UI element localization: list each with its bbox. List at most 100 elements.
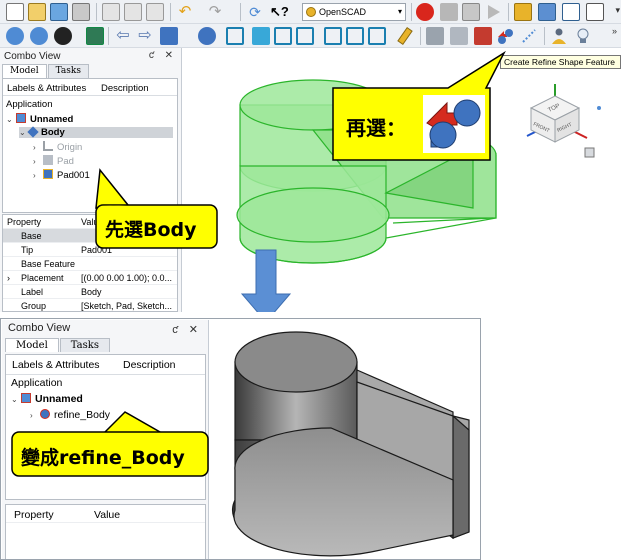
tree-item-unnamed[interactable]: ⌄ Unnamed — [11, 393, 83, 405]
chevron-down-icon[interactable]: ▾ — [615, 5, 620, 16]
application-label: Application — [6, 99, 53, 110]
undo-icon[interactable]: ↶ — [176, 3, 194, 21]
navcube-menu-icon[interactable] — [584, 147, 595, 158]
view-left-icon[interactable] — [368, 27, 386, 45]
navigation-cube[interactable]: TOP RIGHT FRONT — [515, 70, 605, 160]
collapsed-arrow-icon[interactable]: › — [30, 411, 40, 420]
panel-window-buttons[interactable]: ƈ ✕ — [149, 50, 177, 61]
tree-item-origin[interactable]: › Origin — [33, 141, 82, 153]
export-icon[interactable] — [562, 3, 580, 21]
tree-item-body[interactable]: ⌄ Body — [19, 126, 173, 138]
tab-tasks[interactable]: Tasks — [47, 64, 89, 78]
view-bottom-icon[interactable] — [346, 27, 364, 45]
view-rear-icon[interactable] — [324, 27, 342, 45]
back-icon[interactable]: ⇦ — [114, 27, 132, 45]
macros-icon[interactable] — [462, 3, 480, 21]
combo-tabs: Model Tasks — [5, 338, 111, 352]
panel-window-buttons[interactable]: ƈ ✕ — [172, 323, 202, 336]
record-macro-icon[interactable] — [416, 3, 434, 21]
collapsed-arrow-icon[interactable]: › — [33, 157, 43, 166]
paste-icon[interactable] — [146, 3, 164, 21]
combo-tabs: Model Tasks — [2, 64, 90, 78]
tooltip: Create Refine Shape Feature — [500, 55, 621, 69]
tab-model[interactable]: Model — [5, 338, 59, 352]
workbench-selector[interactable]: OpenSCAD ▾ — [302, 3, 406, 21]
property-row[interactable]: Label Body — [3, 285, 177, 299]
view-top-icon[interactable] — [274, 27, 292, 45]
forward-icon[interactable]: ⇨ — [136, 27, 154, 45]
callout-then-text: 再選： — [346, 116, 406, 140]
fit-all-icon[interactable] — [6, 27, 24, 45]
dialog-icon[interactable] — [586, 3, 604, 21]
part-tool-icon[interactable] — [426, 27, 444, 45]
copy-icon[interactable] — [124, 3, 142, 21]
model-tree: Labels & Attributes Description Applicat… — [5, 354, 206, 500]
tree-item-refine-body[interactable]: › refine_Body — [30, 409, 110, 421]
delete-feature-icon[interactable] — [450, 27, 468, 45]
combo-view-panel: Combo View ƈ ✕ Model Tasks Labels & Attr… — [2, 320, 209, 559]
pattern-icon[interactable] — [520, 27, 538, 45]
draw-style-icon[interactable] — [54, 27, 72, 45]
zoom-icon[interactable] — [198, 27, 216, 45]
property-row[interactable]: Group [Sketch, Pad, Sketch... — [3, 299, 177, 311]
combo-view-panel: Combo View ƈ ✕ Model Tasks Labels & Attr… — [0, 48, 182, 312]
collapsed-arrow-icon[interactable]: › — [33, 171, 43, 180]
save-icon[interactable] — [50, 3, 68, 21]
property-row[interactable]: Tip Pad001 — [3, 243, 177, 257]
property-row[interactable]: Base Feature — [3, 257, 177, 271]
run-macro-icon[interactable] — [484, 3, 502, 21]
refined-gray-solid[interactable] — [211, 320, 481, 560]
new-document-icon[interactable] — [6, 3, 24, 21]
view-front-icon[interactable] — [252, 27, 270, 45]
3d-viewport[interactable] — [211, 320, 481, 560]
stop-macro-icon[interactable] — [440, 3, 458, 21]
bulb-icon[interactable] — [574, 27, 592, 45]
combo-view-title: Combo View — [4, 51, 61, 62]
refresh-icon[interactable]: ⟳ — [246, 3, 264, 21]
model-tree: Labels & Attributes Description Applicat… — [2, 78, 178, 213]
tree-header-description[interactable]: Description — [123, 359, 176, 371]
cut-icon[interactable] — [102, 3, 120, 21]
tree-header-description[interactable]: Description — [101, 83, 149, 94]
refine-shape-big-icon — [423, 95, 485, 153]
view-isometric-icon[interactable] — [160, 27, 178, 45]
body-icon — [27, 126, 39, 138]
redo-icon[interactable]: ↷ — [206, 3, 224, 21]
whats-this-icon[interactable]: ↖? — [270, 3, 289, 21]
tree-item-unnamed[interactable]: ⌄ Unnamed — [6, 113, 73, 125]
collapsed-arrow-icon[interactable]: › — [33, 143, 43, 152]
tree-item-pad001[interactable]: › Pad001 — [33, 169, 90, 181]
collapsed-arrow-icon[interactable]: › — [7, 273, 10, 283]
tree-item-pad[interactable]: › Pad — [33, 155, 74, 167]
explode-icon[interactable] — [474, 27, 492, 45]
tree-header-labels[interactable]: Labels & Attributes — [7, 83, 86, 94]
expand-arrow-icon[interactable]: ⌄ — [6, 115, 16, 124]
callout-select-body: 先選Body — [105, 219, 197, 241]
bounding-box-icon[interactable] — [86, 27, 104, 45]
tree-header-labels[interactable]: Labels & Attributes — [12, 359, 100, 371]
view-right-icon[interactable] — [296, 27, 314, 45]
openscad-icon — [306, 7, 316, 17]
measure-icon[interactable] — [396, 27, 414, 45]
folder-icon[interactable] — [538, 3, 556, 21]
tab-tasks[interactable]: Tasks — [59, 338, 110, 352]
user-icon[interactable] — [550, 27, 568, 45]
chevron-down-icon: ▾ — [397, 7, 402, 16]
3d-viewport[interactable]: TOP RIGHT FRONT — [183, 48, 621, 312]
navcube-rotate-icon[interactable] — [597, 106, 601, 110]
view-axo-icon[interactable] — [226, 27, 244, 45]
document-icon — [16, 113, 26, 123]
expand-arrow-icon[interactable]: ⌄ — [11, 395, 21, 404]
refine-shape-icon[interactable] — [496, 27, 514, 45]
save-as-icon[interactable] — [72, 3, 90, 21]
property-row[interactable]: › Placement [(0.00 0.00 1.00); 0.0... — [3, 271, 177, 285]
tree-header: Labels & Attributes Description — [3, 82, 177, 96]
tab-model[interactable]: Model — [2, 64, 47, 78]
overflow-chevron-icon[interactable]: » — [612, 26, 617, 36]
callout-result-text: 變成refine_Body — [21, 447, 185, 469]
refine-shape-icon — [40, 409, 50, 419]
pad-icon — [43, 169, 53, 179]
fit-selection-icon[interactable] — [30, 27, 48, 45]
open-folder-icon[interactable] — [28, 3, 46, 21]
parts-library-icon[interactable] — [514, 3, 532, 21]
